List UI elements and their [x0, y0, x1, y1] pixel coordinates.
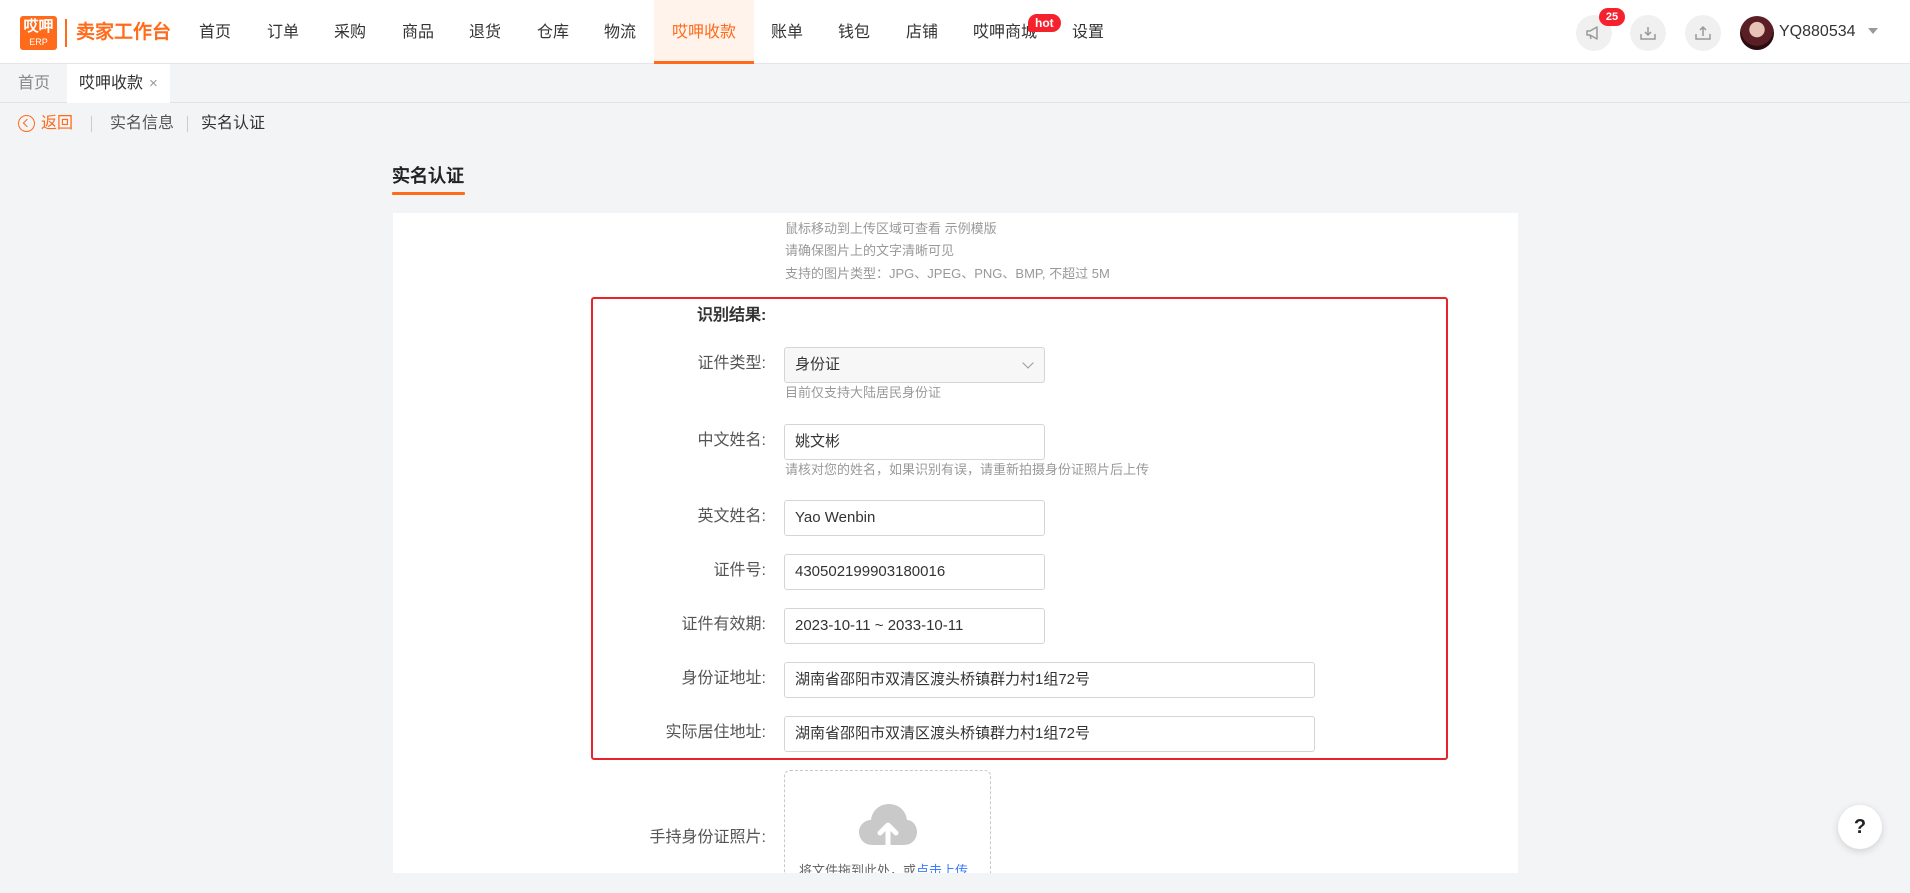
nav-item-wallet[interactable]: 钱包 — [820, 0, 888, 64]
id-type-value: 身份证 — [795, 356, 841, 373]
upload-hint: 鼠标移动到上传区域可查看 示例模版 — [785, 221, 997, 236]
chevron-down-icon — [1022, 357, 1034, 369]
brand-title: 卖家工作台 — [76, 22, 172, 43]
avatar[interactable] — [1740, 16, 1774, 50]
logo-text: 哎呷 — [23, 18, 54, 35]
breadcrumb-item-realname-info[interactable]: 实名信息 — [110, 114, 174, 134]
back-icon[interactable] — [18, 115, 35, 132]
page-title: 实名认证 — [392, 166, 464, 186]
residence-address-label: 实际居住地址: — [665, 724, 766, 741]
username[interactable]: YQ880534 — [1779, 22, 1856, 42]
nav-item-bills[interactable]: 账单 — [753, 0, 821, 64]
id-type-hint: 目前仅支持大陆居民身份证 — [785, 385, 942, 400]
id-type-label: 证件类型: — [697, 355, 766, 372]
id-address-label: 身份证地址: — [681, 670, 766, 687]
english-name-field[interactable]: Yao Wenbin — [784, 500, 1045, 536]
breadcrumb-separator — [187, 116, 188, 132]
nav-item-settings[interactable]: 设置 — [1054, 0, 1122, 64]
nav-item-products[interactable]: 商品 — [384, 0, 452, 64]
tab-payment-collection[interactable]: 哎呷收款 × — [67, 64, 170, 103]
english-name-label: 英文姓名: — [697, 508, 766, 525]
id-number-field[interactable]: 430502199903180016 — [784, 554, 1045, 590]
id-type-select[interactable]: 身份证 — [784, 347, 1045, 383]
upload-drag-text: 将文件拖到此处，或 — [799, 863, 917, 873]
id-number-label: 证件号: — [713, 562, 766, 579]
nav-item-home[interactable]: 首页 — [181, 0, 249, 64]
residence-address-field[interactable]: 湖南省邵阳市双清区渡头桥镇群力村1组72号 — [784, 716, 1315, 752]
help-button[interactable]: ? — [1838, 805, 1882, 849]
close-icon[interactable]: × — [149, 75, 158, 92]
validity-field[interactable]: 2023-10-11 ~ 2033-10-11 — [784, 608, 1045, 644]
breadcrumb-item-realname-auth: 实名认证 — [201, 115, 266, 132]
recognition-result-title: 识别结果: — [697, 307, 767, 324]
megaphone-icon — [1586, 26, 1598, 40]
upload-hint: 支持的图片类型：JPG、JPEG、PNG、BMP, 不超过 5M — [785, 266, 1110, 281]
nav-item-returns[interactable]: 退货 — [451, 0, 519, 64]
title-underline — [392, 192, 465, 195]
download-button[interactable] — [1630, 15, 1666, 51]
back-link[interactable]: 返回 — [41, 114, 73, 134]
handheld-photo-label: 手持身份证照片: — [649, 829, 766, 846]
id-address-field[interactable]: 湖南省邵阳市双清区渡头桥镇群力村1组72号 — [784, 662, 1315, 698]
handheld-photo-upload[interactable]: 将文件拖到此处，或点击上传 — [784, 770, 991, 873]
chevron-down-icon[interactable] — [1868, 28, 1878, 34]
nav-item-payment-collection[interactable]: 哎呷收款 — [654, 0, 755, 64]
brand-logo[interactable]: 哎呷 ERP — [20, 16, 57, 50]
top-navigation-bar: 哎呷 ERP 卖家工作台 首页 订单 采购 商品 退货 仓库 物流 哎呷收款 账… — [0, 0, 1910, 64]
tab-label: 哎呷收款 — [79, 75, 144, 92]
nav-item-purchase[interactable]: 采购 — [316, 0, 384, 64]
chinese-name-hint: 请核对您的姓名，如果识别有误，请重新拍摄身份证照片后上传 — [785, 462, 1150, 477]
tab-bar: 首页 哎呷收款 × — [0, 64, 1910, 103]
nav-item-logistics[interactable]: 物流 — [586, 0, 654, 64]
tab-label: 首页 — [18, 75, 51, 92]
logo-divider — [65, 19, 67, 47]
breadcrumb-separator — [91, 116, 92, 132]
nav-item-warehouse[interactable]: 仓库 — [519, 0, 587, 64]
logo-subtext: ERP — [29, 37, 48, 47]
cloud-upload-icon — [859, 804, 917, 850]
validity-label: 证件有效期: — [681, 616, 766, 633]
nav-item-store[interactable]: 店铺 — [888, 0, 956, 64]
click-upload-link[interactable]: 点击上传 — [916, 863, 968, 873]
tab-home[interactable]: 首页 — [6, 64, 62, 103]
chinese-name-label: 中文姓名: — [697, 432, 766, 449]
upload-button[interactable] — [1685, 15, 1721, 51]
upload-icon — [1695, 25, 1711, 40]
nav-item-mall[interactable]: 哎呷商城 — [955, 0, 1055, 64]
download-icon — [1640, 27, 1656, 40]
nav-item-orders[interactable]: 订单 — [249, 0, 317, 64]
notification-count-badge: 25 — [1599, 8, 1625, 26]
upload-instructions: 将文件拖到此处，或点击上传 — [799, 863, 968, 873]
upload-hint: 请确保图片上的文字清晰可见 — [785, 243, 955, 258]
chinese-name-field[interactable]: 姚文彬 — [784, 424, 1045, 460]
